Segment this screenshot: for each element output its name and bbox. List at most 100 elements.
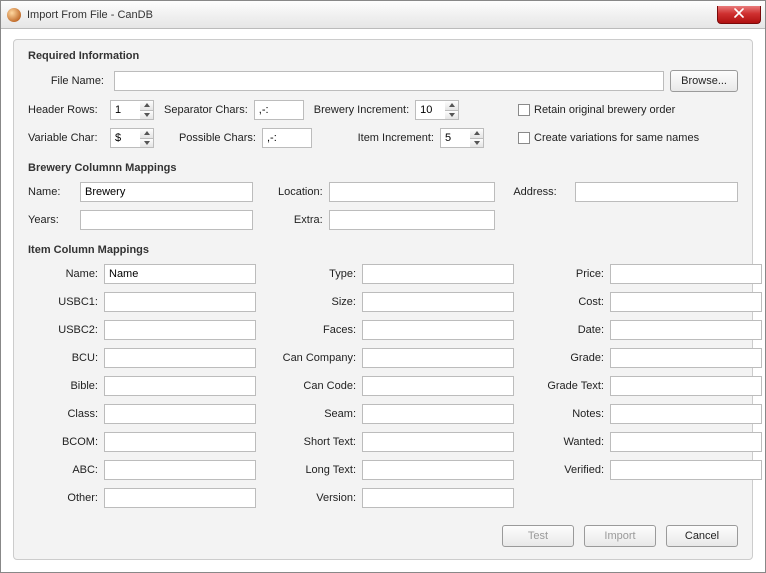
item-field-input[interactable] [104,264,256,284]
file-name-input[interactable] [114,71,664,91]
item-field-input[interactable] [362,404,514,424]
item-field-label: Name: [28,268,98,280]
item-field-input[interactable] [362,460,514,480]
item-field-label: Long Text: [274,464,356,476]
item-field-input[interactable] [362,488,514,508]
spin-down-icon[interactable] [470,139,483,148]
spin-up-icon[interactable] [140,129,153,139]
possible-chars-label: Possible Chars: [164,132,256,144]
brewery-address-label: Address: [513,186,569,198]
item-field-label: Short Text: [274,436,356,448]
brewery-address-input[interactable] [575,182,738,202]
close-button[interactable] [717,6,761,24]
brewery-years-input[interactable] [80,210,253,230]
item-field-input[interactable] [104,460,256,480]
header-rows-label: Header Rows: [28,104,104,116]
item-field-input[interactable] [104,488,256,508]
item-field-label: Version: [274,492,356,504]
spin-up-icon[interactable] [445,101,458,111]
item-increment-input[interactable] [440,128,470,148]
item-field-label: Wanted: [532,436,604,448]
variable-char-spinner[interactable] [110,128,154,148]
item-field-input[interactable] [362,376,514,396]
brewery-years-label: Years: [28,214,74,226]
item-field-label: Class: [28,408,98,420]
checkbox-box [518,132,530,144]
item-field-label: Size: [274,296,356,308]
import-button[interactable]: Import [584,525,656,547]
item-field-label: Can Company: [274,352,356,364]
item-field-label: Grade: [532,352,604,364]
item-field-label: Date: [532,324,604,336]
item-field-input[interactable] [104,376,256,396]
item-field-input[interactable] [104,348,256,368]
checkbox-box [518,104,530,116]
brewery-extra-input[interactable] [329,210,496,230]
item-field-label: Verified: [532,464,604,476]
required-section-title: Required Information [28,50,738,62]
item-field-label: Bible: [28,380,98,392]
spin-down-icon[interactable] [140,111,153,120]
possible-chars-input[interactable] [262,128,312,148]
spin-up-icon[interactable] [140,101,153,111]
item-field-input[interactable] [362,320,514,340]
titlebar: Import From File - CanDB [1,1,765,29]
brewery-name-input[interactable] [80,182,253,202]
close-icon [734,8,744,21]
import-dialog: Import From File - CanDB Required Inform… [0,0,766,573]
item-field-input[interactable] [610,292,762,312]
client-area: Required Information File Name: Browse..… [1,29,765,572]
header-rows-input[interactable] [110,100,140,120]
item-field-label: Cost: [532,296,604,308]
item-section-title: Item Column Mappings [28,244,738,256]
footer-buttons: Test Import Cancel [28,525,738,547]
brewery-location-input[interactable] [329,182,496,202]
item-increment-label: Item Increment: [322,132,434,144]
header-rows-spinner[interactable] [110,100,154,120]
separator-chars-label: Separator Chars: [164,104,248,116]
item-field-label: Faces: [274,324,356,336]
item-field-label: USBC2: [28,324,98,336]
spin-down-icon[interactable] [140,139,153,148]
item-field-input[interactable] [104,292,256,312]
item-field-input[interactable] [104,320,256,340]
retain-order-checkbox[interactable]: Retain original brewery order [518,104,738,116]
app-icon [7,8,21,22]
item-field-input[interactable] [610,376,762,396]
item-field-label: BCU: [28,352,98,364]
item-field-input[interactable] [104,432,256,452]
item-field-label: Notes: [532,408,604,420]
item-mappings-grid: Name:Type:Price:USBC1:Size:Cost:USBC2:Fa… [28,264,738,508]
item-field-input[interactable] [610,460,762,480]
item-field-input[interactable] [362,292,514,312]
brewery-increment-input[interactable] [415,100,445,120]
item-field-input[interactable] [610,320,762,340]
item-field-input[interactable] [610,432,762,452]
create-variations-checkbox[interactable]: Create variations for same names [518,132,738,144]
item-increment-spinner[interactable] [440,128,484,148]
item-field-input[interactable] [362,264,514,284]
brewery-extra-label: Extra: [271,214,323,226]
test-button[interactable]: Test [502,525,574,547]
item-field-label: Seam: [274,408,356,420]
item-field-label: Type: [274,268,356,280]
variable-char-input[interactable] [110,128,140,148]
item-field-input[interactable] [610,264,762,284]
file-name-label: File Name: [28,75,104,87]
item-field-input[interactable] [610,348,762,368]
cancel-button[interactable]: Cancel [666,525,738,547]
brewery-location-label: Location: [271,186,323,198]
separator-chars-input[interactable] [254,100,304,120]
spin-down-icon[interactable] [445,111,458,120]
main-panel: Required Information File Name: Browse..… [13,39,753,560]
brewery-increment-label: Brewery Increment: [314,104,409,116]
retain-order-label: Retain original brewery order [534,104,675,116]
item-field-input[interactable] [362,432,514,452]
item-field-input[interactable] [104,404,256,424]
brewery-increment-spinner[interactable] [415,100,459,120]
item-field-input[interactable] [362,348,514,368]
item-field-label: Can Code: [274,380,356,392]
item-field-input[interactable] [610,404,762,424]
browse-button[interactable]: Browse... [670,70,738,92]
spin-up-icon[interactable] [470,129,483,139]
